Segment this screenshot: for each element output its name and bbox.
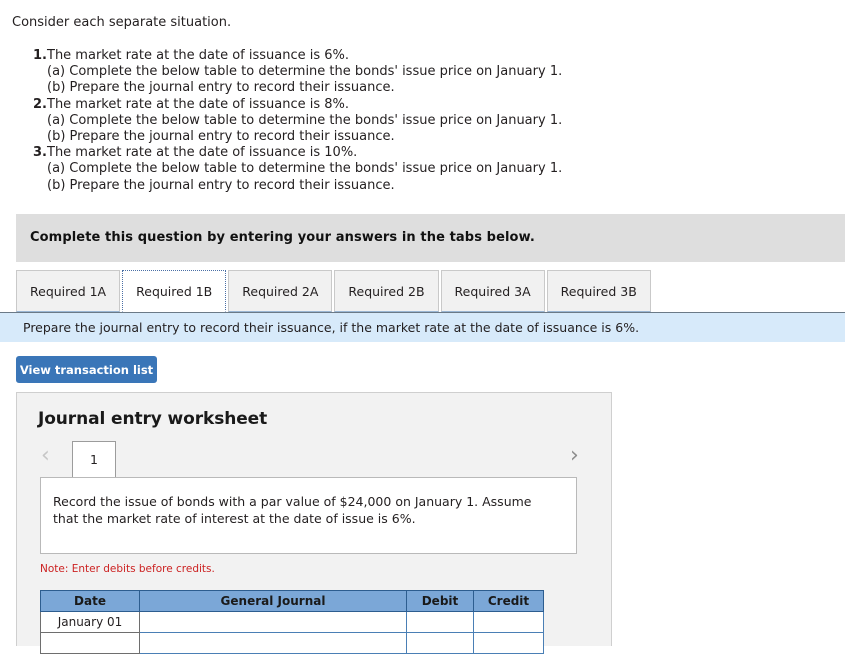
- situation-sub-a: (a) Complete the below table to determin…: [47, 112, 563, 128]
- view-transaction-list-button[interactable]: View transaction list: [16, 356, 157, 383]
- situation-main-text: The market rate at the date of issuance …: [47, 48, 350, 63]
- column-header-credit: Credit: [473, 590, 544, 612]
- cell-debit[interactable]: [406, 632, 474, 654]
- general-journal-input[interactable]: [140, 634, 406, 652]
- debit-input[interactable]: [407, 613, 473, 631]
- chevron-left-icon[interactable]: ‹: [41, 445, 50, 467]
- tab-required-3a[interactable]: Required 3A: [440, 270, 545, 312]
- situation-main-line: 3.The market rate at the date of issuanc…: [33, 145, 733, 161]
- situation-main-text: The market rate at the date of issuance …: [47, 96, 350, 112]
- situation-sub-b: (b) Prepare the journal entry to record …: [47, 80, 395, 96]
- tab-required-2a[interactable]: Required 2A: [228, 270, 333, 312]
- tab-required-1a[interactable]: Required 1A: [16, 270, 121, 312]
- column-header-date: Date: [40, 590, 140, 612]
- worksheet-title: Journal entry worksheet: [38, 409, 268, 429]
- situation-sub-b: (b) Prepare the journal entry to record …: [47, 129, 395, 145]
- tab-required-3b[interactable]: Required 3B: [546, 270, 651, 312]
- column-header-debit: Debit: [406, 590, 474, 612]
- situations-list: 1.The market rate at the date of issuanc…: [33, 48, 733, 194]
- entry-tab-1[interactable]: 1: [72, 441, 116, 477]
- situation-item: 2.The market rate at the date of issuanc…: [33, 97, 733, 146]
- column-header-general-journal: General Journal: [139, 590, 407, 612]
- credit-input[interactable]: [474, 634, 543, 652]
- requirement-info-bar: Prepare the journal entry to record thei…: [0, 312, 845, 342]
- cell-general-journal[interactable]: [139, 632, 407, 654]
- journal-entry-table: Date General Journal Debit Credit Januar…: [40, 590, 544, 654]
- situation-sub-b: (b) Prepare the journal entry to record …: [47, 177, 395, 193]
- debits-before-credits-note: Note: Enter debits before credits.: [40, 563, 215, 575]
- entry-description-text: Record the issue of bonds with a par val…: [53, 494, 532, 526]
- instruction-banner: Complete this question by entering your …: [16, 214, 845, 262]
- cell-debit[interactable]: [406, 611, 474, 633]
- journal-table-head: Date General Journal Debit Credit: [40, 590, 544, 612]
- credit-input[interactable]: [474, 613, 543, 631]
- table-row: [40, 632, 544, 654]
- situation-sub-a: (a) Complete the below table to determin…: [47, 64, 563, 80]
- cell-general-journal[interactable]: [139, 611, 407, 633]
- cell-date: [40, 632, 140, 654]
- table-row: January 01: [40, 611, 544, 633]
- cell-date: January 01: [40, 611, 140, 633]
- situation-main-line: 2.The market rate at the date of issuanc…: [33, 97, 733, 113]
- situation-main-line: 1.The market rate at the date of issuanc…: [33, 48, 733, 64]
- entry-description-box: Record the issue of bonds with a par val…: [40, 477, 577, 554]
- situation-number: 2.: [33, 96, 47, 112]
- situation-sub-a: (a) Complete the below table to determin…: [47, 161, 563, 177]
- cell-credit[interactable]: [473, 611, 544, 633]
- tab-required-1b[interactable]: Required 1B: [122, 270, 227, 312]
- journal-table-header-row: Date General Journal Debit Credit: [40, 590, 544, 612]
- requirement-tabs: Required 1A Required 1B Required 2A Requ…: [16, 270, 653, 312]
- debit-input[interactable]: [407, 634, 473, 652]
- situation-item: 1.The market rate at the date of issuanc…: [33, 48, 733, 97]
- tab-required-2b[interactable]: Required 2B: [334, 270, 439, 312]
- cell-credit[interactable]: [473, 632, 544, 654]
- situation-item: 3.The market rate at the date of issuanc…: [33, 145, 733, 194]
- situation-number: 3.: [33, 145, 47, 161]
- chevron-right-icon[interactable]: ›: [570, 445, 579, 467]
- requirement-info-text: Prepare the journal entry to record thei…: [23, 320, 640, 335]
- general-journal-input[interactable]: [140, 613, 406, 631]
- situation-main-text: The market rate at the date of issuance …: [47, 145, 358, 161]
- instruction-banner-text: Complete this question by entering your …: [30, 230, 535, 245]
- intro-text: Consider each separate situation.: [12, 15, 232, 30]
- journal-table-body: January 01: [40, 611, 544, 654]
- situation-number: 1.: [33, 48, 47, 63]
